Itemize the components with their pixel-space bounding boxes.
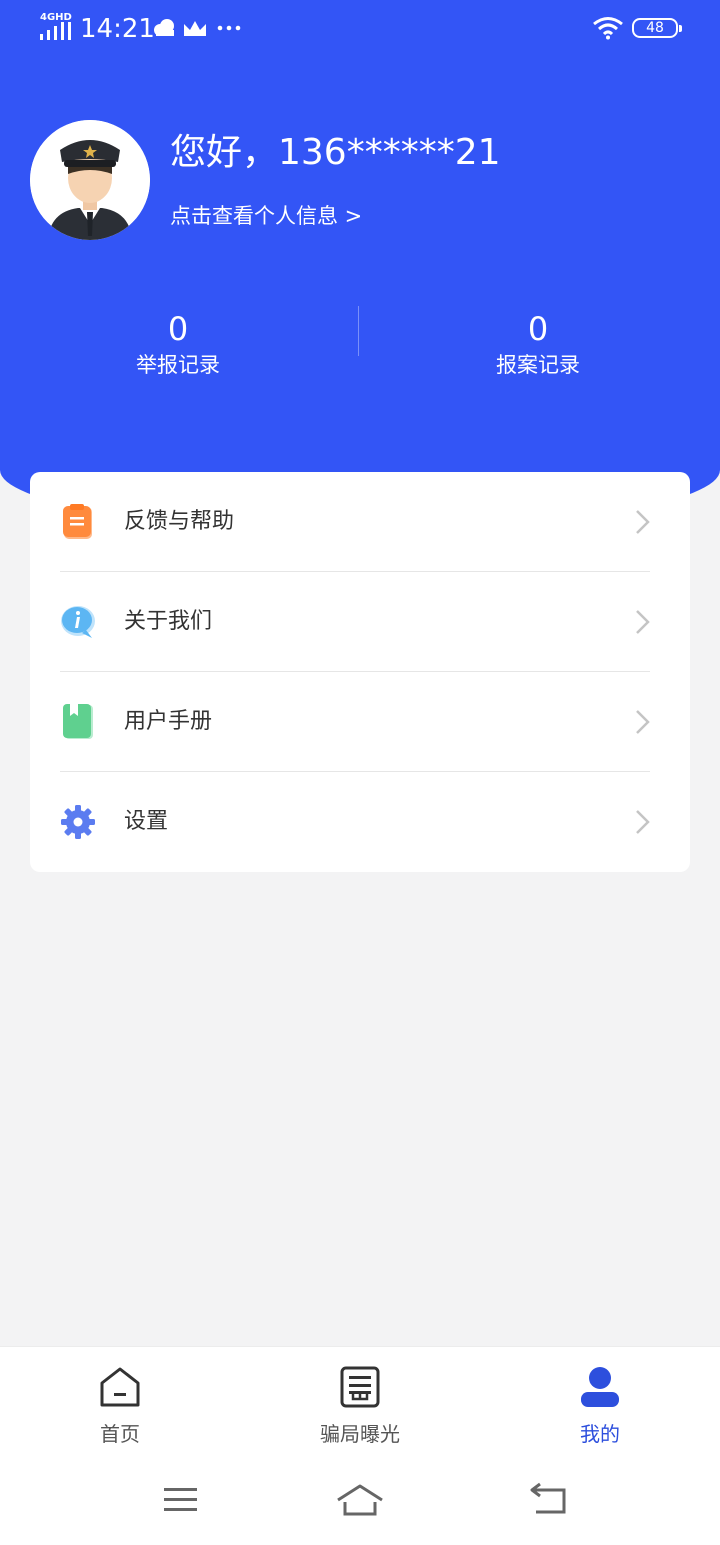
case-records-count: 0 — [527, 310, 549, 348]
tab-label: 我的 — [580, 1422, 620, 1446]
case-records-label: 报案记录 — [496, 353, 580, 377]
more-icon — [217, 25, 241, 31]
header-background — [0, 0, 720, 530]
home-icon — [100, 1367, 140, 1407]
chevron-right-icon — [636, 810, 650, 834]
menu-item-settings[interactable]: 设置 — [30, 772, 690, 872]
tab-home[interactable]: 首页 — [40, 1365, 200, 1449]
crown-icon — [184, 21, 206, 36]
wifi-icon — [593, 17, 623, 40]
back-icon[interactable] — [524, 1480, 572, 1520]
news-icon — [340, 1366, 380, 1408]
menu-item-about-us[interactable]: 关于我们 — [30, 572, 690, 672]
menu-card: 反馈与帮助 关于我们 用户手册 设置 — [30, 472, 690, 872]
chevron-right-icon — [636, 710, 650, 734]
gear-icon — [61, 805, 95, 839]
stat-divider — [358, 306, 359, 356]
book-icon — [63, 704, 93, 739]
view-profile-link[interactable]: 点击查看个人信息 > — [170, 200, 362, 232]
chevron-right-icon — [636, 610, 650, 634]
clock-time: 14:21 — [80, 14, 155, 44]
chevron-right-icon — [636, 510, 650, 534]
tab-mine[interactable]: 我的 — [520, 1365, 680, 1449]
report-records-count: 0 — [167, 310, 189, 348]
menu-item-user-manual[interactable]: 用户手册 — [30, 672, 690, 772]
menu-item-feedback-help[interactable]: 反馈与帮助 — [30, 472, 690, 572]
case-records-stat[interactable]: 0 报案记录 — [438, 308, 638, 380]
tab-label: 首页 — [100, 1422, 140, 1446]
home-nav-icon[interactable] — [336, 1480, 384, 1520]
info-bubble-icon — [61, 606, 95, 638]
avatar[interactable] — [30, 120, 150, 240]
greeting-text: 您好，136******21 — [170, 132, 501, 173]
user-icon — [581, 1367, 619, 1407]
cloud-icon — [154, 19, 174, 36]
clipboard-icon — [63, 504, 92, 539]
menu-item-label: 用户手册 — [124, 709, 213, 734]
menu-item-label: 关于我们 — [124, 609, 213, 634]
status-notification-icons — [154, 19, 241, 36]
tab-label: 骗局曝光 — [320, 1422, 400, 1446]
menu-item-label: 设置 — [124, 809, 169, 834]
tab-scam-exposure[interactable]: 骗局曝光 — [280, 1365, 440, 1449]
status-bar: 4GHD 14:21 48 — [0, 0, 720, 56]
menu-item-label: 反馈与帮助 — [124, 509, 235, 534]
report-records-label: 举报记录 — [136, 353, 220, 377]
police-officer-avatar-icon — [30, 120, 150, 240]
menu-icon[interactable] — [156, 1480, 204, 1520]
battery-indicator: 48 — [632, 18, 682, 38]
signal-icon — [40, 22, 71, 40]
report-records-stat[interactable]: 0 举报记录 — [78, 308, 278, 380]
